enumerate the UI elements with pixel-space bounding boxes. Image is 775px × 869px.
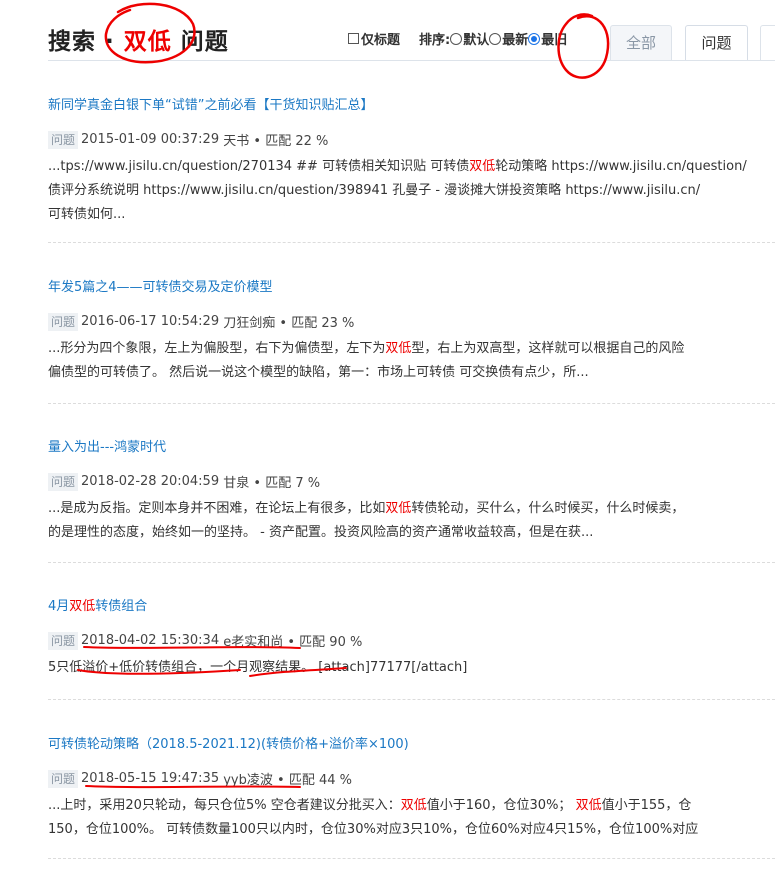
result-item: 年发5篇之4——可转债交易及定价模型 问题 2016-06-17 10:54:2… bbox=[48, 276, 775, 385]
result-date: 2018-05-15 19:47:35 bbox=[81, 771, 220, 786]
result-title-link[interactable]: 可转债轮动策略（2018.5-2021.12)(转债价格+溢价率×100) bbox=[48, 733, 775, 752]
result-date: 2016-06-17 10:54:29 bbox=[81, 314, 220, 329]
type-badge: 问题 bbox=[48, 631, 79, 650]
radio-newest[interactable] bbox=[489, 32, 502, 45]
result-author[interactable]: yyb凌波 bbox=[223, 769, 273, 788]
sort-option-newest[interactable]: 最新 bbox=[489, 29, 528, 48]
result-snippet: ...上时，采用20只轮动，每只仓位5% 空仓者建议分批买入：双低值小于160，… bbox=[48, 798, 699, 837]
result-meta: 问题 2016-06-17 10:54:29 刀狂剑痴 • 匹配 23 % bbox=[48, 312, 775, 331]
search-keyword: 双低 bbox=[123, 29, 172, 55]
result-author[interactable]: e老实和尚 bbox=[223, 631, 283, 650]
result-date: 2015-01-09 00:37:29 bbox=[81, 132, 220, 147]
result-snippet: ...形分为四个象限，左上为偏股型，右下为偏债型，左下为双低型，右上为双高型，这… bbox=[48, 341, 685, 380]
divider bbox=[48, 403, 775, 404]
result-author[interactable]: 刀狂剑痴 bbox=[223, 312, 275, 331]
result-author[interactable]: 甘泉 bbox=[223, 472, 249, 491]
divider bbox=[48, 858, 775, 859]
title-only-checkbox[interactable]: 仅标题 bbox=[348, 29, 400, 48]
result-item: 量入为出---鸿蒙时代 问题 2018-02-28 20:04:59 甘泉 • … bbox=[48, 436, 775, 545]
result-match: • 匹配 44 % bbox=[277, 773, 352, 788]
search-header: 搜索 · 双低 问题 仅标题 排序: 默认 最新 最旧 全部 问题 bbox=[0, 0, 775, 70]
result-date: 2018-04-02 15:30:34 bbox=[81, 633, 220, 648]
radio-oldest-selected[interactable] bbox=[528, 32, 541, 45]
divider bbox=[48, 562, 775, 563]
type-badge: 问题 bbox=[48, 312, 79, 331]
result-match: • 匹配 7 % bbox=[253, 476, 321, 491]
sort-option-oldest[interactable]: 最旧 bbox=[528, 29, 567, 48]
result-meta: 问题 2018-05-15 19:47:35 yyb凌波 • 匹配 44 % bbox=[48, 769, 775, 788]
result-match: • 匹配 90 % bbox=[287, 635, 363, 650]
divider bbox=[48, 699, 775, 700]
result-item: 可转债轮动策略（2018.5-2021.12)(转债价格+溢价率×100) 问题… bbox=[48, 733, 775, 842]
result-item: 4月双低转债组合 问题 2018-04-02 15:30:34 e老实和尚 • … bbox=[48, 595, 775, 680]
tab-questions[interactable]: 问题 bbox=[685, 25, 748, 60]
result-title-link[interactable]: 量入为出---鸿蒙时代 bbox=[48, 436, 775, 455]
tab-all[interactable]: 全部 bbox=[610, 25, 672, 60]
radio-default[interactable] bbox=[450, 32, 463, 45]
result-item: 新同学真金白银下单“试错”之前必看【干货知识贴汇总】 问题 2015-01-09… bbox=[48, 94, 775, 227]
result-title-link[interactable]: 4月双低转债组合 bbox=[48, 595, 775, 614]
result-match: • 匹配 23 % bbox=[279, 316, 355, 331]
tab-underline bbox=[48, 60, 775, 61]
type-badge: 问题 bbox=[48, 769, 79, 788]
result-snippet: 5只低溢价+低价转债组合，一个月观察结果。 [attach]77177[/att… bbox=[48, 660, 468, 675]
checkbox-box[interactable] bbox=[348, 33, 359, 44]
sort-option-default[interactable]: 默认 bbox=[450, 29, 489, 48]
result-meta: 问题 2018-02-28 20:04:59 甘泉 • 匹配 7 % bbox=[48, 472, 775, 491]
result-match: • 匹配 22 % bbox=[253, 134, 329, 149]
tab-overflow[interactable] bbox=[760, 25, 775, 60]
type-badge: 问题 bbox=[48, 472, 79, 491]
result-title-link[interactable]: 新同学真金白银下单“试错”之前必看【干货知识贴汇总】 bbox=[48, 94, 775, 113]
result-snippet: ...是成为反指。定则本身并不困难，在论坛上有很多，比如双低转债轮动，买什么，什… bbox=[48, 501, 685, 540]
result-meta: 问题 2018-04-02 15:30:34 e老实和尚 • 匹配 90 % bbox=[48, 631, 775, 650]
sort-label: 排序: bbox=[419, 33, 451, 48]
filter-controls: 仅标题 排序: 默认 最新 最旧 bbox=[348, 29, 567, 48]
result-meta: 问题 2015-01-09 00:37:29 天书 • 匹配 22 % bbox=[48, 130, 775, 149]
result-author[interactable]: 天书 bbox=[223, 130, 249, 149]
result-title-link[interactable]: 年发5篇之4——可转债交易及定价模型 bbox=[48, 276, 775, 295]
result-snippet: ...tps://www.jisilu.cn/question/270134 #… bbox=[48, 159, 747, 222]
page-title: 搜索 · 双低 问题 bbox=[48, 29, 229, 55]
result-date: 2018-02-28 20:04:59 bbox=[81, 474, 220, 489]
type-badge: 问题 bbox=[48, 130, 79, 149]
divider bbox=[48, 242, 775, 243]
